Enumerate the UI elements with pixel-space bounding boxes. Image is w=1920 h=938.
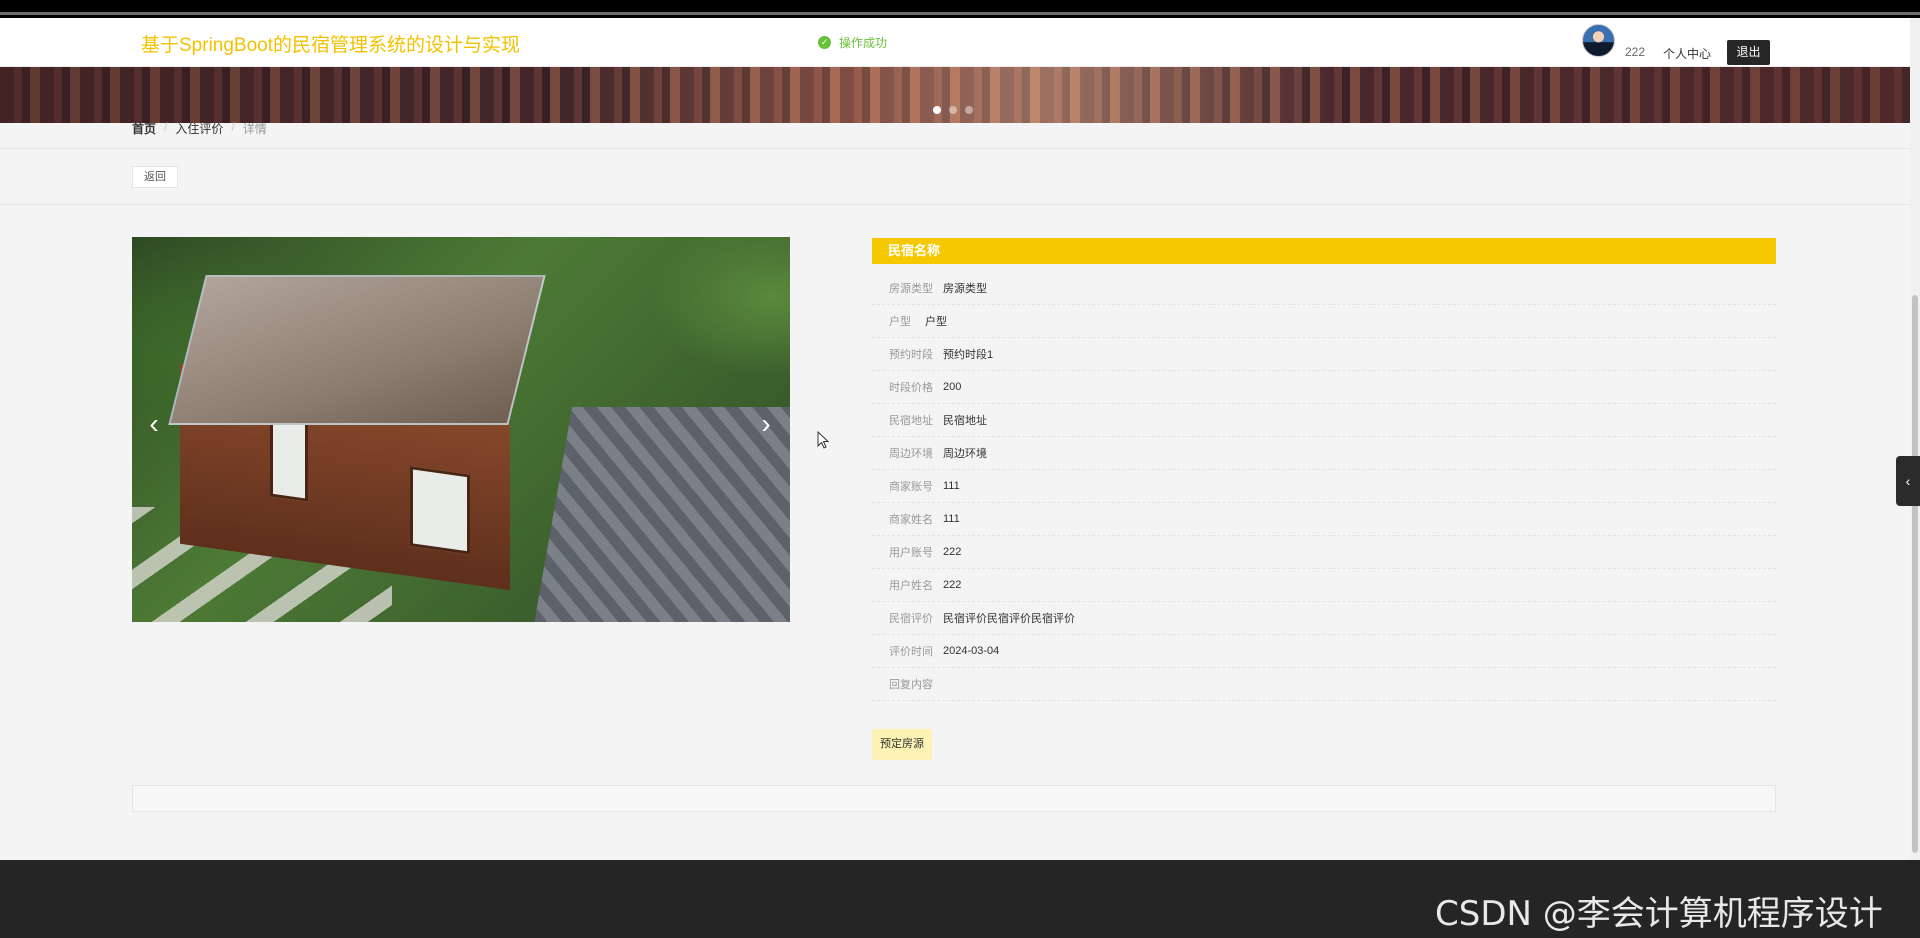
banner-dot[interactable] [965, 106, 973, 114]
detail-row: 预约时段 预约时段1 [872, 338, 1776, 371]
detail-label: 户型 [889, 316, 911, 328]
detail-row: 民宿评价 民宿评价民宿评价民宿评价 [872, 602, 1776, 635]
detail-label: 时段价格 [889, 382, 933, 394]
detail-label: 评价时间 [889, 646, 933, 658]
breadcrumb-separator: / [231, 120, 235, 134]
breadcrumb: 首页 / 入住评价 / 详情 [132, 120, 267, 137]
toast-text: 操作成功 [839, 36, 888, 50]
detail-row: 房源类型 房源类型 [872, 272, 1776, 305]
banner-indicators [933, 106, 973, 114]
image-tiled-roof [531, 407, 790, 622]
user-name: 222 [1625, 45, 1646, 59]
detail-row: 时段价格 200 [872, 371, 1776, 404]
detail-value: 周边环境 [943, 448, 987, 460]
homestay-name-title: 民宿名称 [872, 238, 1776, 264]
detail-label: 商家账号 [889, 481, 933, 493]
comment-area [132, 785, 1776, 812]
detail-value: 111 [943, 480, 960, 492]
watermark: CSDN @李会计算机程序设计 [1435, 894, 1883, 934]
detail-label: 民宿地址 [889, 415, 933, 427]
detail-value: 民宿评价民宿评价民宿评价 [943, 613, 1075, 625]
site-title[interactable]: 基于SpringBoot的民宿管理系统的设计与实现 [141, 30, 520, 57]
banner-dot[interactable] [949, 106, 957, 114]
detail-value: 222 [943, 579, 962, 591]
detail-row: 商家姓名 111 [872, 503, 1776, 536]
detail-label: 回复内容 [889, 679, 933, 691]
avatar[interactable] [1582, 24, 1615, 57]
scrollbar-thumb[interactable] [1912, 295, 1918, 853]
carousel-prev-icon[interactable]: ‹ [144, 409, 164, 439]
user-center-link[interactable]: 个人中心 [1663, 45, 1711, 62]
detail-value: 民宿地址 [943, 415, 987, 427]
header: 基于SpringBoot的民宿管理系统的设计与实现 ✓ 操作成功 222 个人中… [0, 18, 1910, 67]
detail-label: 周边环境 [889, 448, 933, 460]
divider [0, 204, 1910, 205]
back-button[interactable]: 返回 [132, 166, 178, 188]
detail-label: 民宿评价 [889, 613, 933, 625]
detail-row: 户型 户型 [872, 305, 1776, 338]
banner-carousel[interactable] [0, 67, 1910, 123]
detail-label: 用户账号 [889, 547, 933, 559]
mouse-cursor-icon [817, 431, 829, 449]
detail-row: 用户姓名 222 [872, 569, 1776, 602]
detail-label: 商家姓名 [889, 514, 933, 526]
image-roof-deck [168, 275, 546, 425]
breadcrumb-home[interactable]: 首页 [132, 120, 156, 137]
check-circle-icon: ✓ [818, 36, 831, 49]
detail-list: 房源类型 房源类型 户型 户型 预约时段 预约时段1 时段价格 200 民宿地址 民宿地址 周边环境… [872, 272, 1776, 701]
carousel-next-icon[interactable]: › [756, 409, 776, 439]
detail-row: 回复内容 [872, 668, 1776, 701]
detail-value: 户型 [925, 316, 947, 328]
banner-dot[interactable] [933, 106, 941, 114]
side-panel-toggle-icon[interactable]: ‹ [1896, 456, 1920, 506]
detail-value: 111 [943, 513, 960, 525]
breadcrumb-separator: / [164, 120, 168, 134]
detail-label: 用户姓名 [889, 580, 933, 592]
logout-button[interactable]: 退出 [1727, 40, 1770, 65]
room-image-carousel[interactable]: ‹ › [132, 237, 790, 622]
detail-value: 222 [943, 546, 962, 558]
divider [0, 148, 1910, 149]
detail-value: 200 [943, 381, 962, 393]
detail-value: 房源类型 [943, 283, 987, 295]
detail-row: 民宿地址 民宿地址 [872, 404, 1776, 437]
page: 基于SpringBoot的民宿管理系统的设计与实现 ✓ 操作成功 222 个人中… [0, 18, 1910, 860]
detail-value: 2024-03-04 [943, 645, 1000, 657]
detail-row: 周边环境 周边环境 [872, 437, 1776, 470]
success-toast: ✓ 操作成功 [818, 34, 887, 51]
breadcrumb-current: 详情 [242, 122, 267, 136]
breadcrumb-section[interactable]: 入住评价 [175, 120, 223, 137]
detail-label: 房源类型 [889, 283, 933, 295]
image-window [410, 466, 470, 555]
detail-row: 评价时间 2024-03-04 [872, 635, 1776, 668]
book-room-button[interactable]: 预定房源 [872, 729, 932, 760]
image-window [270, 416, 308, 502]
detail-row: 商家账号 111 [872, 470, 1776, 503]
detail-label: 预约时段 [889, 349, 933, 361]
detail-value: 预约时段1 [943, 349, 994, 361]
browser-top-strip [0, 0, 1920, 18]
detail-row: 用户账号 222 [872, 536, 1776, 569]
